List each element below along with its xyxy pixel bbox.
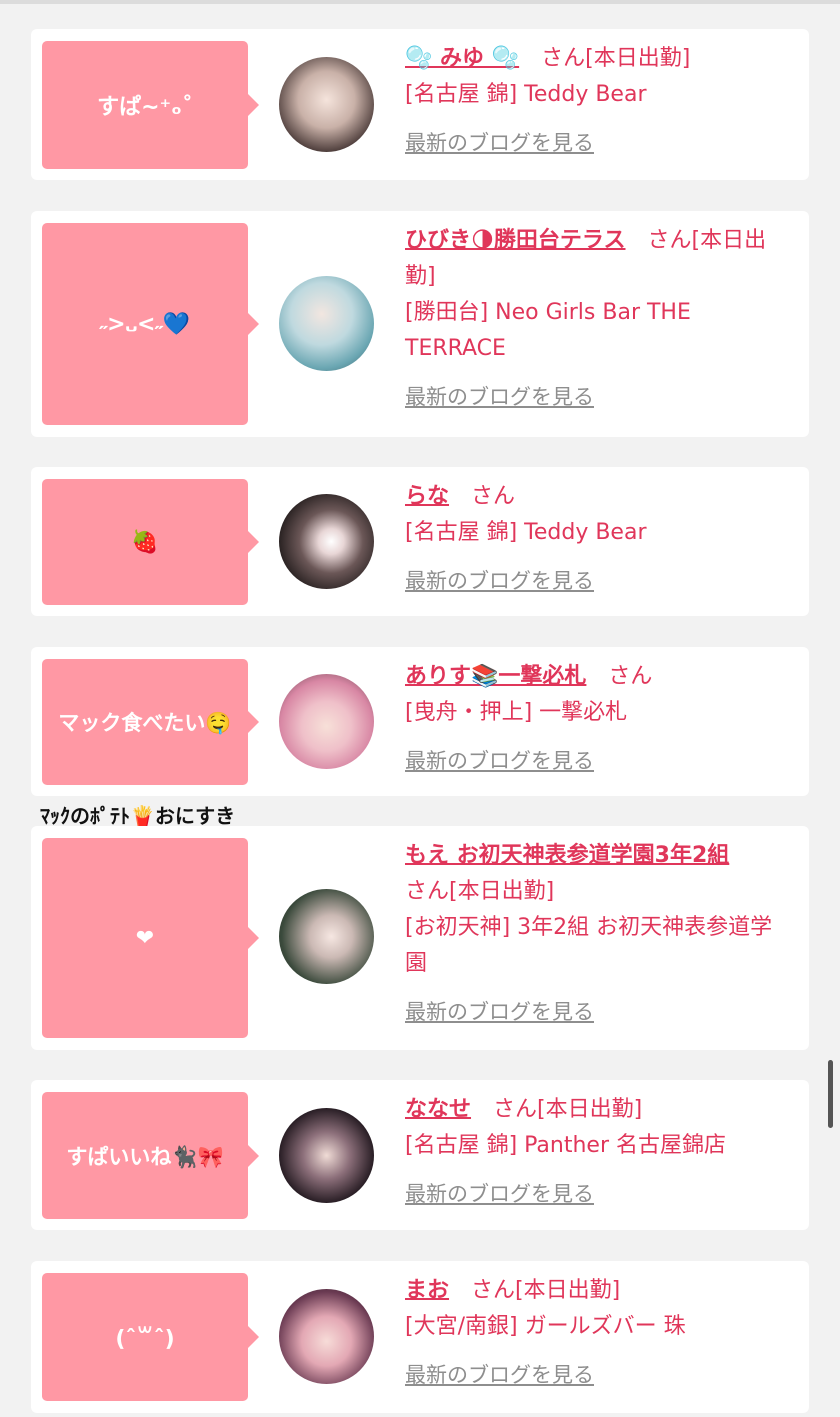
girl-name-link[interactable]: 🫧 みゆ 🫧 — [405, 46, 519, 71]
status-text: [本日出勤] — [537, 1097, 643, 1122]
comment-bubble: (ˆ꒳ˆ) — [42, 1273, 259, 1401]
comment-bubble: ❤ — [42, 838, 259, 1038]
avatar[interactable] — [279, 889, 374, 984]
avatar[interactable] — [279, 1108, 374, 1203]
shop-text: [名古屋 錦] Panther 名古屋錦店 — [405, 1133, 726, 1158]
shop-text: [大宮/南銀] ガールズバー 珠 — [405, 1314, 686, 1339]
comment-bubble: ˶>᎑<˶💙 — [42, 223, 259, 425]
comment-bubble: 🍓 — [42, 479, 259, 605]
girl-card: (ˆ꒳ˆ) まお さん[本日出勤] [大宮/南銀] ガールズバー 珠 最新のブロ… — [31, 1261, 809, 1413]
shop-text: [名古屋 錦] Teddy Bear — [405, 520, 647, 545]
comment-bubble: マック食べたい🤤 — [42, 659, 259, 785]
blog-link[interactable]: 最新のブログを見る — [405, 1000, 594, 1024]
girl-name-link[interactable]: ひびき🌗勝田台テラス — [405, 228, 626, 253]
blog-link[interactable]: 最新のブログを見る — [405, 569, 594, 593]
avatar[interactable] — [279, 674, 374, 769]
girl-card: マック食べたい🤤 ありす📚一撃必札 さん [曳舟・押上] 一撃必札 最新のブログ… — [31, 647, 809, 796]
girl-name-link[interactable]: もえ お初天神表参道学園3年2組 — [405, 843, 729, 868]
scrollbar-thumb[interactable] — [828, 1060, 833, 1128]
status-text: [本日出勤] — [449, 879, 555, 904]
girl-card: すぱ~⁺ₒ˚ 🫧 みゆ 🫧 さん[本日出勤] [名古屋 錦] Teddy Bea… — [31, 29, 809, 180]
girl-name-link[interactable]: ありす📚一撃必札 — [405, 664, 586, 689]
blog-link[interactable]: 最新のブログを見る — [405, 385, 594, 409]
shop-text: [曳舟・押上] 一撃必札 — [405, 700, 628, 725]
avatar[interactable] — [279, 276, 374, 371]
shop-text: [お初天神] 3年2組 お初天神表参道学園 — [405, 915, 773, 976]
avatar[interactable] — [279, 1289, 374, 1384]
girl-name-link[interactable]: まお — [405, 1278, 449, 1303]
status-text: [本日出勤] — [515, 1278, 621, 1303]
girl-card: ❤ もえ お初天神表参道学園3年2組 さん[本日出勤] [お初天神] 3年2組 … — [31, 826, 809, 1050]
status-text: [本日出勤] — [585, 46, 691, 71]
blog-link[interactable]: 最新のブログを見る — [405, 1363, 594, 1387]
girl-card: すぱいいね🐈‍⬛🎀 ななせ さん[本日出勤] [名古屋 錦] Panther 名… — [31, 1080, 809, 1230]
girl-name-link[interactable]: ななせ — [405, 1097, 471, 1122]
girl-card: ˶>᎑<˶💙 ひびき🌗勝田台テラス さん[本日出勤] [勝田台] Neo Gir… — [31, 211, 809, 437]
girl-card: 🍓 らな さん [名古屋 錦] Teddy Bear 最新のブログを見る — [31, 467, 809, 616]
blog-link[interactable]: 最新のブログを見る — [405, 749, 594, 773]
comment-overflow-text: ﾏｯｸのﾎﾟﾃﾄ🍟おにすき — [40, 804, 236, 828]
avatar[interactable] — [279, 57, 374, 152]
top-divider — [0, 0, 840, 4]
avatar[interactable] — [279, 494, 374, 589]
comment-bubble: すぱ~⁺ₒ˚ — [42, 41, 259, 169]
blog-link[interactable]: 最新のブログを見る — [405, 131, 594, 155]
girl-name-link[interactable]: らな — [405, 484, 449, 509]
blog-link[interactable]: 最新のブログを見る — [405, 1182, 594, 1206]
shop-text: [勝田台] Neo Girls Bar THE TERRACE — [405, 300, 691, 361]
comment-bubble: すぱいいね🐈‍⬛🎀 — [42, 1092, 259, 1219]
shop-text: [名古屋 錦] Teddy Bear — [405, 82, 647, 107]
